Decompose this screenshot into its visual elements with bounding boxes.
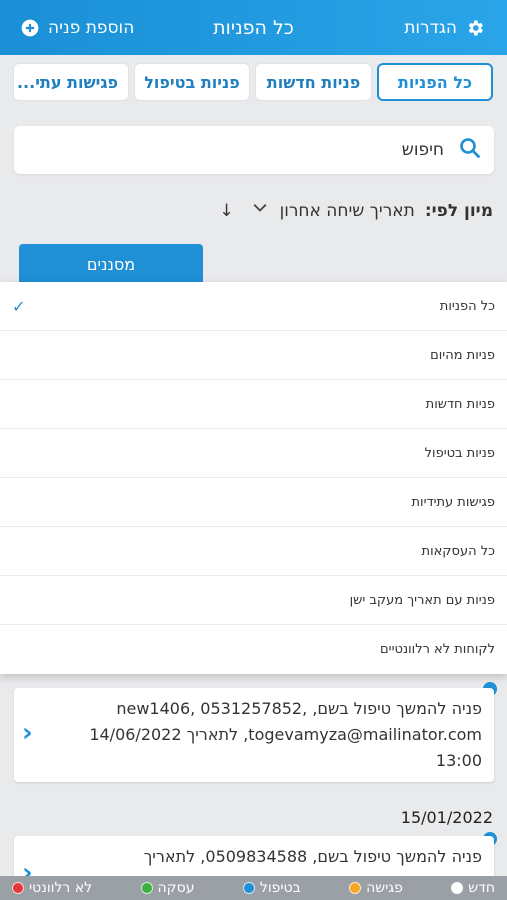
- settings-label: הגדרות: [404, 17, 457, 38]
- menu-item-all-deals[interactable]: כל העסקאות: [0, 527, 507, 576]
- menu-item-irrelevant-customers[interactable]: לקוחות לא רלוונטיים: [0, 625, 507, 674]
- sort-direction-icon[interactable]: ↓: [219, 201, 233, 221]
- menu-item-old-followup[interactable]: פניות עם תאריך מעקב ישן: [0, 576, 507, 625]
- sort-value[interactable]: תאריך שיחה אחרון: [280, 201, 415, 221]
- filter-dropdown-menu: כל הפניות ✓ פניות מהיום פניות חדשות פניו…: [0, 282, 507, 674]
- legend-label: לא רלוונטי: [29, 880, 93, 896]
- legend-item-in-progress: בטיפול: [242, 880, 301, 896]
- menu-item-all-inquiries[interactable]: כל הפניות ✓: [0, 282, 507, 331]
- menu-item-new[interactable]: פניות חדשות: [0, 380, 507, 429]
- legend-label: בטיפול: [259, 880, 301, 896]
- status-legend: חדש פגישה בטיפול עסקה לא רלוונטי: [0, 876, 507, 900]
- menu-item-label: פניות בטיפול: [424, 445, 495, 461]
- menu-item-label: כל העסקאות: [421, 543, 495, 559]
- check-icon: ✓: [12, 296, 26, 316]
- inquiry-text: פניה להמשך טיפול בשם, new1406, 053125785…: [89, 699, 482, 770]
- legend-dot: [451, 882, 464, 894]
- add-inquiry-label: הוספת פניה: [48, 17, 135, 38]
- settings-button[interactable]: הגדרות: [404, 18, 485, 38]
- legend-label: פגישה: [366, 880, 403, 896]
- inquiry-text: פניה להמשך טיפול בשם, 0509834588, לתאריך: [143, 847, 482, 866]
- plus-circle-icon: [20, 18, 40, 38]
- gear-icon: [465, 18, 485, 38]
- chevron-left-icon[interactable]: ‹: [22, 718, 33, 748]
- filters-button[interactable]: מסננים: [19, 244, 203, 284]
- legend-dot: [12, 882, 25, 894]
- menu-item-label: כל הפניות: [439, 298, 495, 314]
- add-inquiry-button[interactable]: הוספת פניה: [20, 18, 134, 38]
- legend-item-deal: עסקה: [140, 880, 195, 896]
- tab-future-meetings[interactable]: פגישות עתי...: [13, 63, 129, 101]
- sort-bar: מיון לפי: תאריך שיחה אחרון ↓: [219, 198, 493, 223]
- menu-item-future-meetings[interactable]: פגישות עתידיות: [0, 478, 507, 527]
- tab-in-progress[interactable]: פניות בטיפול: [134, 63, 250, 101]
- app-header: הגדרות כל הפניות הוספת פניה: [0, 0, 507, 55]
- page-title: כל הפניות: [213, 16, 294, 39]
- tab-new-inquiries[interactable]: פניות חדשות: [255, 63, 372, 101]
- tab-all-inquiries[interactable]: כל הפניות: [377, 63, 493, 101]
- sort-label: מיון לפי:: [424, 200, 493, 221]
- menu-item-in-progress[interactable]: פניות בטיפול: [0, 429, 507, 478]
- search-box[interactable]: חיפוש: [14, 126, 494, 174]
- menu-item-today[interactable]: פניות מהיום: [0, 331, 507, 380]
- legend-item-new: חדש: [451, 880, 495, 896]
- menu-item-label: פניות עם תאריך מעקב ישן: [349, 592, 495, 608]
- legend-dot: [242, 882, 255, 894]
- menu-item-label: לקוחות לא רלוונטיים: [380, 642, 495, 657]
- legend-dot: [140, 882, 153, 894]
- chevron-down-icon[interactable]: [250, 198, 270, 223]
- menu-item-label: פגישות עתידיות: [411, 494, 496, 510]
- search-input[interactable]: חיפוש: [402, 140, 444, 160]
- legend-dot: [349, 882, 362, 894]
- legend-label: חדש: [468, 880, 495, 896]
- menu-item-label: פניות חדשות: [425, 396, 495, 412]
- legend-item-irrelevant: לא רלוונטי: [12, 880, 92, 896]
- date-group-label: 15/01/2022: [400, 808, 493, 827]
- legend-label: עסקה: [157, 880, 195, 896]
- legend-item-meeting: פגישה: [349, 880, 403, 896]
- search-icon[interactable]: [458, 136, 482, 164]
- menu-item-label: פניות מהיום: [430, 347, 495, 363]
- filter-tabs: כל הפניות פניות חדשות פניות בטיפול פגישו…: [13, 63, 493, 101]
- inquiry-card[interactable]: פניה להמשך טיפול בשם, new1406, 053125785…: [14, 688, 494, 782]
